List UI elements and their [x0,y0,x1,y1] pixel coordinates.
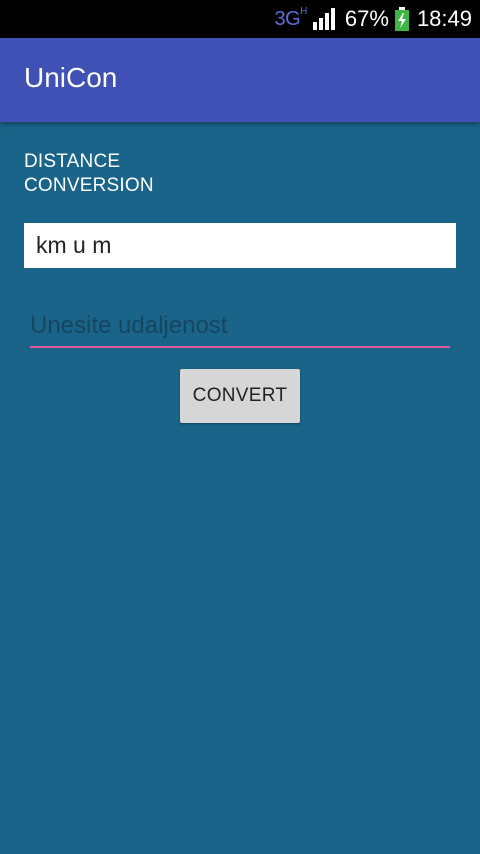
app-title: UniCon [24,62,118,93]
network-type-label: 3G [274,7,301,30]
status-icons: 3GH 67% 18:49 [274,0,472,38]
signal-bars-icon [312,8,339,30]
status-bar: 3GH 67% 18:49 [0,0,480,38]
network-type-indicator: 3GH [274,5,307,31]
clock: 18:49 [416,6,472,31]
app-bar: UniCon [0,38,480,122]
unit-spinner-selected: km u m [36,232,112,258]
battery-charging-icon [394,7,409,31]
network-subtype-label: H [300,5,307,17]
distance-input[interactable] [30,306,450,348]
unit-spinner[interactable]: km u m [24,223,456,268]
convert-button[interactable]: CONVERT [180,369,300,423]
battery-percent: 67% [344,6,389,31]
section-label: DISTANCE CONVERSION [24,151,154,196]
